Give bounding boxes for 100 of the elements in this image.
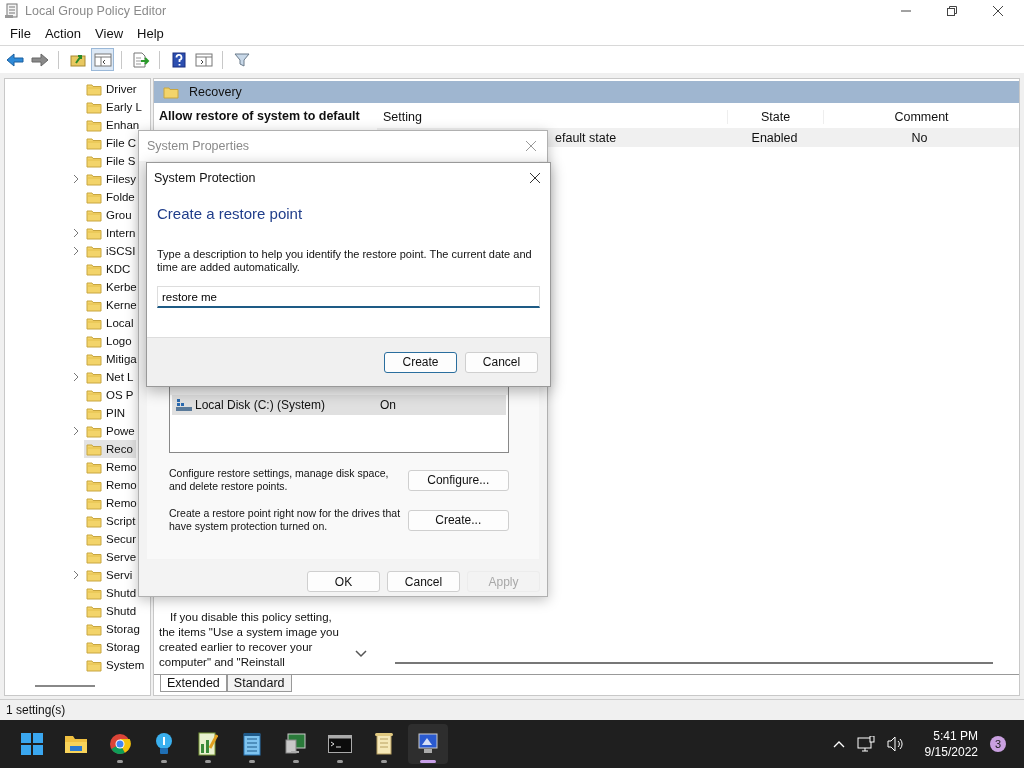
folder-icon (86, 550, 102, 564)
tree-item[interactable]: Folde (84, 188, 138, 206)
tree-item[interactable]: Secur (84, 530, 140, 548)
action-description: Configure restore settings, manage disk space, and delete restore points. (169, 467, 390, 493)
tree-item[interactable]: Mitiga (84, 350, 140, 368)
tree-item[interactable]: Early L (84, 98, 145, 116)
tree-item[interactable]: iSCSI (84, 242, 139, 260)
horizontal-scrollbar[interactable] (395, 662, 993, 664)
dialog-instructions: Type a description to help you identify the restore point. The current date and time are added automatically. (157, 248, 533, 274)
tree-item[interactable]: Reco (84, 440, 136, 458)
tree-item[interactable]: Driver (84, 80, 140, 98)
tree-item[interactable]: File C (84, 134, 140, 152)
tree-item[interactable]: Storag (84, 620, 143, 638)
tree-item[interactable]: PIN (84, 404, 129, 422)
scroll-down-icon[interactable] (355, 650, 367, 658)
folder-icon (86, 172, 102, 186)
folder-icon (86, 190, 102, 204)
tree-item[interactable]: Filesy (84, 170, 140, 188)
menu-item[interactable]: Help (130, 24, 171, 43)
action-button[interactable]: Configure... (407, 469, 509, 491)
folder-icon (86, 586, 102, 600)
expand-icon[interactable] (72, 228, 80, 238)
action-button[interactable]: Create... (407, 509, 509, 531)
computer-app-button[interactable] (408, 724, 448, 764)
expand-icon[interactable] (72, 570, 80, 580)
tree-item[interactable]: System (84, 656, 148, 674)
folder-icon (86, 334, 102, 348)
folder-icon (86, 316, 102, 330)
dialog-title: System Properties (147, 139, 250, 153)
dialog-button[interactable]: Create (384, 351, 457, 373)
tree-item[interactable]: File S (84, 152, 139, 170)
expand-icon[interactable] (72, 246, 80, 256)
tree-item[interactable]: Logo (84, 332, 135, 350)
folder-icon (86, 604, 102, 618)
tree-item[interactable]: Intern (84, 224, 139, 242)
computer-icon (416, 733, 440, 755)
folder-icon (64, 734, 88, 754)
folder-icon (86, 100, 102, 114)
tree-item[interactable]: Kerne (84, 296, 140, 314)
expand-icon[interactable] (72, 174, 80, 184)
clock-date[interactable]: 9/15/2022 (924, 744, 978, 760)
description-field[interactable]: restore me (157, 286, 540, 308)
tree-item[interactable]: Shutd (84, 584, 140, 602)
expand-icon[interactable] (72, 372, 80, 382)
tree-item[interactable]: Storag (84, 638, 143, 656)
tree-item[interactable]: Local (84, 314, 137, 332)
folder-icon (86, 496, 102, 510)
column-header[interactable]: Comment (823, 110, 1019, 124)
notification-badge[interactable]: 3 (990, 736, 1006, 752)
column-header[interactable]: Setting (377, 110, 727, 124)
tree-item[interactable]: KDC (84, 260, 134, 278)
tree-item[interactable]: Remo (84, 476, 140, 494)
tree-item[interactable]: Remo (84, 494, 140, 512)
windows-logo-icon (21, 733, 43, 755)
back-arrow-icon (5, 52, 24, 67)
tree-item[interactable]: Powe (84, 422, 138, 440)
folder-icon (86, 154, 102, 168)
dialog-button[interactable]: OK (307, 571, 380, 592)
folder-icon (86, 640, 102, 654)
clock-time[interactable]: 5:41 PM (933, 728, 978, 744)
tree-item[interactable]: Kerbe (84, 278, 140, 296)
tree-item[interactable]: Servi (84, 566, 136, 584)
tree-item[interactable]: Remo (84, 458, 140, 476)
chevron-up-icon[interactable] (832, 740, 845, 748)
close-icon[interactable] (529, 172, 541, 184)
tree-item[interactable]: Script (84, 512, 139, 530)
restore-icon[interactable] (946, 5, 958, 17)
network-icon[interactable] (856, 736, 875, 752)
export-icon (131, 51, 150, 68)
folder-icon (86, 262, 102, 276)
status-text: 1 setting(s) (6, 703, 66, 717)
filter-icon (233, 51, 250, 68)
drive-name[interactable]: Local Disk (C:) (System) (195, 398, 325, 412)
folder-icon (86, 280, 102, 294)
dialog-button[interactable]: Cancel (465, 351, 538, 373)
close-icon[interactable] (992, 5, 1004, 17)
menu-item[interactable]: File (3, 24, 38, 43)
view-tab[interactable]: Extended (160, 675, 227, 692)
tree-item[interactable]: OS P (84, 386, 137, 404)
column-header[interactable]: State (727, 110, 823, 124)
tree-item[interactable]: Net L (84, 368, 137, 386)
folder-icon (86, 658, 102, 672)
expand-icon[interactable] (72, 426, 80, 436)
browser-icon (109, 733, 131, 755)
folder-icon (86, 388, 102, 402)
folder-up-icon (69, 52, 86, 67)
monitor-icon (285, 733, 307, 755)
tree-item[interactable]: Serve (84, 548, 140, 566)
app-icon (5, 3, 19, 19)
dialog-button[interactable]: Cancel (387, 571, 460, 592)
volume-icon[interactable] (886, 736, 905, 752)
folder-icon (86, 406, 102, 420)
menu-item[interactable]: Action (37, 24, 89, 43)
view-tab[interactable]: Standard (226, 675, 292, 692)
tree-item[interactable]: Enhan (84, 116, 143, 134)
menu-item[interactable]: View (88, 24, 131, 43)
folder-icon (163, 85, 179, 99)
tree-item[interactable]: Shutd (84, 602, 140, 620)
show-tree-button[interactable] (91, 48, 114, 71)
tree-item[interactable]: Grou (84, 206, 135, 224)
